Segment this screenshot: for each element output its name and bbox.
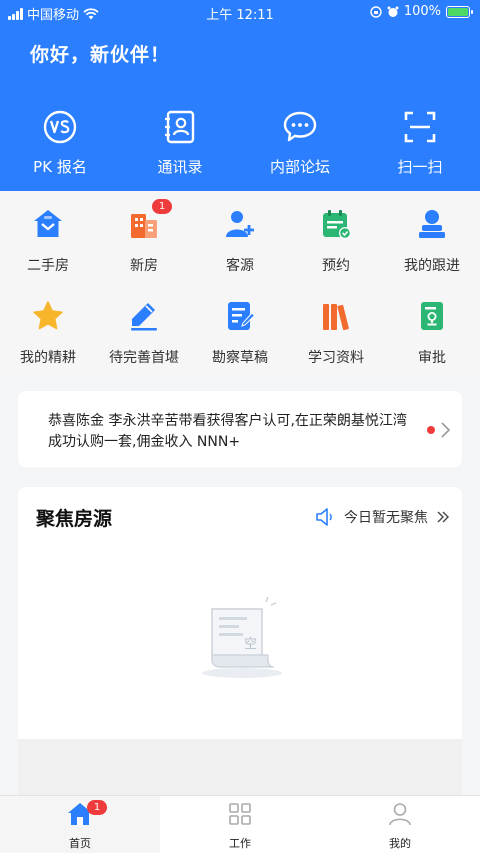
forum-label: 内部论坛 xyxy=(269,158,330,176)
grid-item-new-house[interactable]: 1 新房 xyxy=(96,199,192,275)
grid-item-my-focus[interactable]: 我的精耕 xyxy=(0,299,96,367)
grid-item-my-followup[interactable]: 我的跟进 xyxy=(384,207,480,275)
grid-item-approval[interactable]: 审批 xyxy=(384,299,480,367)
focus-title: 聚焦房源 xyxy=(36,508,113,530)
deal-notice-banner[interactable]: 恭喜陈金 李永洪辛苦带看获得客户认可,在正荣朗基悦江湾成功认购一套,佣金收入 N… xyxy=(18,391,462,467)
grid-label: 学习资料 xyxy=(308,350,364,366)
scan-button[interactable]: 扫一扫 xyxy=(360,108,480,177)
house-icon xyxy=(34,210,62,237)
grid-item-second-hand[interactable]: 二手房 xyxy=(0,207,96,275)
grid-row-2: 我的精耕 待完善首堪 勘察草稿 学习资料 审批 xyxy=(0,299,480,367)
empty-label: 空 xyxy=(244,637,257,652)
grid-item-clients[interactable]: 客源 xyxy=(192,207,288,275)
bottom-strip xyxy=(18,739,462,795)
pk-signup-label: PK 报名 xyxy=(33,158,87,176)
quick-actions: PK 报名 通讯录 内部论坛 扫一扫 xyxy=(0,108,480,177)
tab-home[interactable]: 1 首页 xyxy=(0,796,160,853)
pen-icon xyxy=(131,303,157,331)
grid-label: 新房 xyxy=(130,258,158,274)
function-grid: 二手房 1 新房 客源 预约 我的跟进 我的精耕 待完善首堪 勘察草稿 学习资料… xyxy=(0,191,480,377)
deal-notice-text: 恭喜陈金 李永洪辛苦带看获得客户认可,在正荣朗基悦江湾成功认购一套,佣金收入 N… xyxy=(48,413,407,450)
tab-bar: 1 首页 工作 我的 xyxy=(0,795,480,853)
focus-status-text: 今日暂无聚焦 xyxy=(344,510,428,526)
pk-signup-button[interactable]: PK 报名 xyxy=(0,108,120,177)
grid-row-1: 二手房 1 新房 客源 预约 我的跟进 xyxy=(0,199,480,275)
header: 中国移动 上午 12:11 100% 你好，新伙伴！ PK 报名 通讯录 内部论… xyxy=(0,0,480,191)
grid-label: 预约 xyxy=(322,258,350,274)
approval-doc-icon xyxy=(421,302,443,330)
grid-item-study-materials[interactable]: 学习资料 xyxy=(288,299,384,367)
carrier-label: 中国移动 xyxy=(27,8,80,23)
grid-label: 客源 xyxy=(226,258,254,274)
speaker-icon xyxy=(316,508,332,526)
grid-item-survey-drafts[interactable]: 勘察草稿 xyxy=(192,299,288,367)
contacts-button[interactable]: 通讯录 xyxy=(120,108,240,177)
grid-item-pending-survey[interactable]: 待完善首堪 xyxy=(96,299,192,367)
status-bar: 中国移动 上午 12:11 100% xyxy=(0,0,480,26)
grid-label: 我的精耕 xyxy=(20,350,76,366)
notice-indicator-dot xyxy=(427,426,435,434)
grid-apps-icon xyxy=(229,803,251,825)
calendar-check-icon xyxy=(323,210,351,239)
home-tab-badge: 1 xyxy=(87,800,107,815)
grid-label: 我的跟进 xyxy=(404,258,460,274)
vs-icon xyxy=(43,110,77,144)
grid-label: 勘察草稿 xyxy=(212,350,268,366)
grid-label: 待完善首堪 xyxy=(109,350,179,366)
user-stamp-icon xyxy=(419,210,445,238)
scan-label: 扫一扫 xyxy=(397,158,443,176)
tab-work[interactable]: 工作 xyxy=(160,796,320,853)
star-icon xyxy=(33,301,63,330)
orientation-lock-icon xyxy=(370,5,382,18)
scan-icon xyxy=(404,111,436,143)
battery-icon xyxy=(446,5,473,18)
contacts-label: 通讯录 xyxy=(157,158,203,176)
tab-label: 工作 xyxy=(229,837,251,850)
grid-item-appointment[interactable]: 预约 xyxy=(288,207,384,275)
tab-label: 我的 xyxy=(389,837,411,850)
document-edit-icon xyxy=(228,302,256,330)
status-right: 100% xyxy=(370,4,473,19)
grid-label: 审批 xyxy=(418,350,446,366)
add-user-icon xyxy=(226,211,254,237)
greeting-title: 你好，新伙伴！ xyxy=(30,44,171,66)
empty-state-icon: 空 xyxy=(202,596,282,678)
chat-bubble-icon xyxy=(283,111,317,142)
forum-button[interactable]: 内部论坛 xyxy=(240,108,360,177)
new-house-badge: 1 xyxy=(152,199,172,214)
contacts-book-icon xyxy=(165,110,195,144)
wifi-icon xyxy=(83,7,99,19)
tab-mine[interactable]: 我的 xyxy=(320,796,480,853)
signal-icon xyxy=(8,7,23,20)
books-icon xyxy=(323,304,349,331)
alarm-icon xyxy=(387,6,399,17)
focus-listings-card: 聚焦房源 今日暂无聚焦 空 xyxy=(18,487,462,739)
tab-label: 首页 xyxy=(69,837,91,850)
chevron-right-icon[interactable] xyxy=(440,421,452,439)
double-chevron-right-icon xyxy=(437,511,449,523)
focus-status-link[interactable]: 今日暂无聚焦 xyxy=(314,507,450,527)
status-left: 中国移动 xyxy=(8,4,99,23)
battery-percent: 100% xyxy=(403,4,441,19)
user-icon xyxy=(389,803,411,826)
grid-label: 二手房 xyxy=(27,258,69,274)
